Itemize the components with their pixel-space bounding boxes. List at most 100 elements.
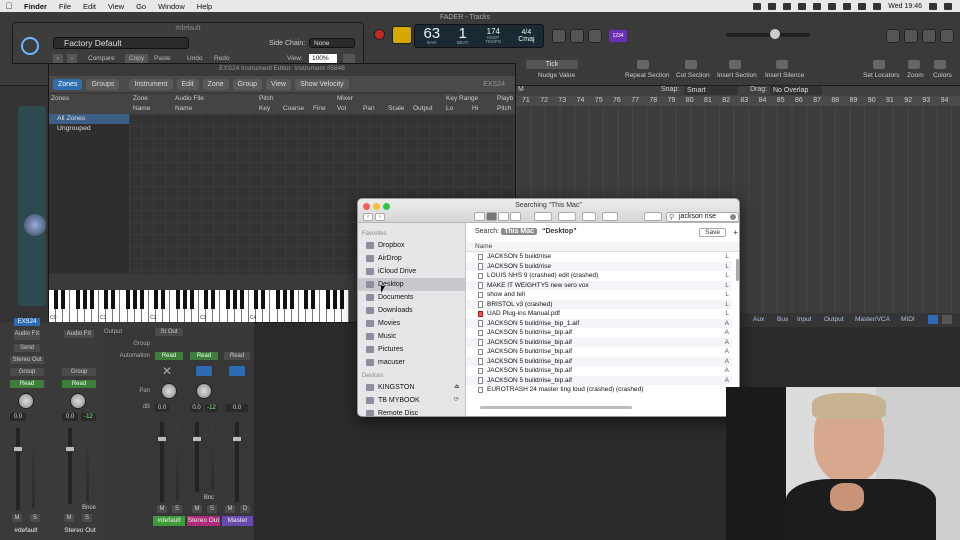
instrument-menu[interactable]: Instrument	[129, 78, 173, 90]
lcd-display[interactable]: 63 BAR 1 BEAT 174 KEEP TEMPO 4/4 Cmaj	[414, 24, 544, 48]
fader-cap[interactable]	[192, 436, 202, 442]
back-icon[interactable]: ‹	[363, 213, 373, 221]
redo-button[interactable]: Redo	[214, 54, 230, 63]
zoom-button[interactable]: Zoom	[907, 72, 924, 79]
list-item[interactable]: All Zones	[49, 114, 129, 124]
column-header-name[interactable]: Name	[466, 242, 739, 252]
menu-window[interactable]: Window	[152, 2, 191, 11]
group-button[interactable]: Group	[62, 368, 96, 376]
sidebar-item-pictures[interactable]: Pictures	[358, 343, 465, 356]
menu-app-finder[interactable]: Finder	[18, 2, 53, 11]
show-velocity-button[interactable]: Show Velocity	[295, 78, 349, 90]
knob[interactable]	[24, 214, 46, 236]
tab-groups[interactable]: Groups	[86, 78, 120, 90]
piano-black-key[interactable]	[89, 290, 94, 309]
tab-zones[interactable]: Zones	[53, 78, 83, 90]
marker-icon[interactable]: M	[518, 86, 530, 95]
piano-black-key[interactable]	[304, 290, 309, 309]
sidebar-item-home[interactable]: macuser	[358, 356, 465, 369]
browser-icon[interactable]	[940, 29, 954, 43]
horizontal-scrollbar[interactable]	[480, 406, 632, 409]
group-menu[interactable]: Group	[232, 78, 263, 90]
channel-name[interactable]: Master	[222, 516, 253, 526]
solo-button[interactable]: S	[172, 505, 182, 513]
mute-button[interactable]: M	[12, 514, 22, 522]
next-preset-icon[interactable]: ›	[67, 54, 77, 63]
volume-fader[interactable]	[160, 422, 164, 502]
piano-black-key[interactable]	[111, 290, 116, 309]
palette-icon[interactable]	[934, 60, 946, 69]
toolbar-button[interactable]	[570, 29, 584, 43]
piano-black-key[interactable]	[182, 290, 187, 309]
fader-cap[interactable]	[13, 446, 23, 452]
battery-icon[interactable]	[873, 2, 882, 10]
dropbox-icon[interactable]	[798, 2, 807, 10]
instrument-slot[interactable]: EXS24	[14, 318, 40, 326]
piano-black-key[interactable]	[61, 290, 66, 309]
volume-handle[interactable]	[770, 29, 780, 39]
apple-icon[interactable]: 	[0, 1, 18, 11]
piano-black-key[interactable]	[132, 290, 137, 309]
volume-fader[interactable]	[235, 422, 239, 502]
volume-fader[interactable]	[68, 428, 72, 504]
file-row[interactable]: JACKSON 5 build/rise_bip_1.aif A	[466, 318, 732, 328]
stereo-out-button[interactable]: Stereo Out	[10, 356, 44, 364]
send-button[interactable]: Send	[14, 344, 40, 352]
mixer-tab-midi[interactable]: MIDI	[896, 315, 920, 325]
audio-fx-button[interactable]: Audio FX	[64, 330, 94, 338]
drag-menu[interactable]: No Overlap	[770, 86, 822, 95]
search-icon[interactable]	[929, 2, 937, 10]
mute-button[interactable]: M	[64, 514, 74, 522]
automation-read-button[interactable]: Read	[10, 380, 44, 388]
forward-icon[interactable]: ›	[375, 213, 385, 221]
vertical-scrollbar[interactable]	[736, 259, 739, 281]
scissors-icon[interactable]	[685, 60, 697, 69]
piano-black-key[interactable]	[82, 290, 87, 309]
zoom-icon[interactable]	[908, 60, 920, 69]
fader-cap[interactable]	[157, 436, 167, 442]
audio-fx-button[interactable]: Audio FX	[14, 330, 40, 338]
automation-read-button[interactable]: Read	[190, 352, 218, 360]
sidebar-item-dropbox[interactable]: Dropbox	[358, 239, 465, 252]
count-in-badge[interactable]: 1234	[609, 30, 627, 42]
gear-icon[interactable]	[558, 212, 576, 221]
channel-name[interactable]: Stereo Out	[58, 526, 102, 536]
status-icon[interactable]	[783, 2, 792, 10]
add-criteria-icon[interactable]: +	[733, 228, 738, 237]
piano-black-key[interactable]	[282, 290, 287, 309]
volume-icon[interactable]	[858, 2, 867, 10]
mute-button[interactable]: M	[157, 505, 167, 513]
copy-button[interactable]: Copy	[125, 54, 149, 63]
piano-black-key[interactable]	[289, 290, 294, 309]
bounce-label[interactable]: Bnc	[200, 494, 218, 502]
menu-go[interactable]: Go	[130, 2, 152, 11]
automation-read-button[interactable]: Read	[155, 352, 183, 360]
list-icon[interactable]	[944, 2, 952, 10]
track-view-icon[interactable]	[942, 315, 952, 324]
notepad-icon[interactable]	[904, 29, 918, 43]
sidebar-item-movies[interactable]: Movies	[358, 317, 465, 330]
mixer-tab-aux[interactable]: Aux	[748, 315, 769, 325]
group-button[interactable]: Group	[10, 368, 44, 376]
cut-section-button[interactable]: Cut Section	[676, 72, 710, 79]
sidebar-item-mybook[interactable]: TB MYBOOK ⟳	[358, 394, 465, 407]
preset-menu[interactable]: Factory Default	[53, 37, 189, 49]
piano-black-key[interactable]	[339, 290, 344, 309]
piano-black-key[interactable]	[225, 290, 230, 309]
file-row[interactable]: JACKSON 5 build/rise_bip.aif A	[466, 375, 732, 385]
mixer-tab-bus[interactable]: Bus	[772, 315, 793, 325]
scope-desktop[interactable]: “Desktop”	[539, 228, 580, 235]
link-icon[interactable]	[343, 54, 355, 63]
piano-black-key[interactable]	[275, 290, 280, 309]
clock[interactable]: Wed 19:46	[888, 3, 922, 10]
piano-black-key[interactable]	[175, 290, 180, 309]
piano-black-key[interactable]	[154, 290, 159, 309]
piano-black-key[interactable]	[239, 290, 244, 309]
channel-name[interactable]: #default	[153, 516, 185, 526]
menu-edit[interactable]: Edit	[77, 2, 102, 11]
insert-section-icon[interactable]	[729, 60, 741, 69]
dropbox-icon[interactable]	[644, 212, 662, 221]
view-menu[interactable]: View	[266, 78, 292, 90]
toolbar-button[interactable]	[552, 29, 566, 43]
repeat-section-icon[interactable]	[637, 60, 649, 69]
